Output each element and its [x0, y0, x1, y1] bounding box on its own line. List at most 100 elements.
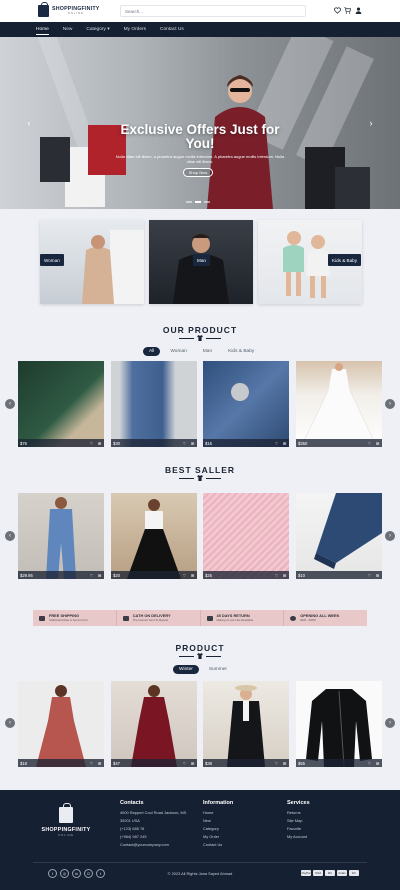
- nav-home[interactable]: Home: [36, 22, 49, 37]
- our-product-next-arrow[interactable]: ›: [385, 399, 395, 409]
- footer-brand-logo[interactable]: SHOPPINGFINITY ONLINE: [35, 803, 97, 837]
- tab-summer[interactable]: Summer: [203, 665, 233, 674]
- footer-link[interactable]: Site Map: [287, 817, 310, 825]
- product-card[interactable]: $30 ♡ ⊞: [111, 361, 197, 447]
- section-divider: [176, 653, 224, 659]
- nav-contact-us[interactable]: Contact Us: [160, 22, 184, 37]
- product-card[interactable]: $10 ♡ ⊞: [296, 493, 382, 579]
- heart-icon[interactable]: ♡: [89, 573, 94, 578]
- product-price: $10: [298, 572, 305, 578]
- features-bar: FREE SHIPPING Sollicitudin/vitae in Somni…: [33, 610, 367, 626]
- mastercard-icon: MC: [325, 870, 335, 876]
- footer-link[interactable]: Contact Us: [203, 841, 233, 849]
- wedding-dress-image: [301, 363, 377, 446]
- heart-icon[interactable]: ♡: [367, 441, 372, 446]
- cart-icon[interactable]: ⊞: [190, 441, 195, 446]
- heart-icon[interactable]: [333, 6, 341, 14]
- tab-woman[interactable]: Woman: [164, 347, 192, 356]
- nav-new[interactable]: New: [63, 22, 73, 37]
- user-icon[interactable]: [354, 6, 362, 14]
- search-input[interactable]: Search...: [120, 5, 306, 17]
- tab-all[interactable]: All: [143, 347, 161, 356]
- footer-brand-tagline: ONLINE: [58, 833, 74, 837]
- category-card-woman[interactable]: Woman: [40, 220, 144, 304]
- product-card[interactable]: $55 ♡ ⊞: [296, 681, 382, 767]
- nav-category[interactable]: Category ▾: [86, 22, 109, 37]
- heart-icon[interactable]: ♡: [182, 761, 187, 766]
- cart-icon[interactable]: ⊞: [97, 441, 102, 446]
- leather-jacket-image: [306, 689, 372, 767]
- product-card[interactable]: $18 ♡ ⊞: [18, 681, 104, 767]
- tab-kids-baby[interactable]: Kids & Baby: [222, 347, 260, 356]
- category-card-kids[interactable]: Kids & Baby: [258, 220, 362, 304]
- best-seller-next-arrow[interactable]: ›: [385, 531, 395, 541]
- footer-link[interactable]: Favorite: [287, 825, 310, 833]
- product-title: PRODUCT: [175, 643, 225, 653]
- jeans-image: [314, 493, 382, 569]
- section-divider: [176, 335, 224, 341]
- cart-icon[interactable]: ⊞: [190, 573, 195, 578]
- tab-man[interactable]: Man: [197, 347, 218, 356]
- footer-link[interactable]: My Order: [203, 833, 233, 841]
- best-seller-prev-arrow[interactable]: ‹: [5, 531, 15, 541]
- nav-my-orders[interactable]: My Orders: [124, 22, 146, 37]
- product-card[interactable]: $38 ♡ ⊞: [203, 681, 289, 767]
- cart-icon[interactable]: ⊞: [190, 761, 195, 766]
- product-prev-arrow[interactable]: ‹: [5, 718, 15, 728]
- brand-tagline: ONLINE: [67, 11, 84, 16]
- category-label-woman: Woman: [40, 254, 64, 266]
- carousel-dot-active[interactable]: [195, 201, 201, 203]
- hero-carousel-dots: [186, 201, 210, 203]
- product-card[interactable]: $20 ♡ ⊞: [111, 493, 197, 579]
- cart-icon[interactable]: ⊞: [282, 761, 287, 766]
- footer-services: Services Returns Site Map Favorite My Ac…: [287, 800, 310, 841]
- product-card[interactable]: $47 ♡ ⊞: [111, 681, 197, 767]
- heart-icon[interactable]: ♡: [274, 573, 279, 578]
- footer-link[interactable]: My Account: [287, 833, 310, 841]
- heart-icon[interactable]: ♡: [274, 441, 279, 446]
- carousel-dot[interactable]: [186, 201, 192, 203]
- heart-icon[interactable]: ♡: [89, 761, 94, 766]
- cash-icon: [122, 615, 129, 621]
- carousel-dot[interactable]: [204, 201, 210, 203]
- cart-icon[interactable]: ⊞: [282, 441, 287, 446]
- product-card[interactable]: $25 ♡ ⊞: [203, 493, 289, 579]
- shop-now-button[interactable]: Shop Now: [183, 168, 213, 177]
- heart-icon[interactable]: ♡: [274, 761, 279, 766]
- footer-link[interactable]: Home: [203, 809, 233, 817]
- footer-link[interactable]: Category: [203, 825, 233, 833]
- section-divider: [176, 475, 224, 481]
- cart-icon[interactable]: ⊞: [97, 573, 102, 578]
- footer-link[interactable]: Returns: [287, 809, 310, 817]
- heart-icon[interactable]: ♡: [89, 441, 94, 446]
- product-card[interactable]: $76 ♡ ⊞: [18, 361, 104, 447]
- cart-icon[interactable]: ⊞: [375, 761, 380, 766]
- hero-next-arrow[interactable]: ›: [366, 118, 376, 128]
- heart-icon[interactable]: ♡: [367, 761, 372, 766]
- our-product-title: OUR PRODUCT: [162, 325, 238, 335]
- cart-icon[interactable]: ⊞: [97, 761, 102, 766]
- cart-icon[interactable]: ⊞: [375, 573, 380, 578]
- shopping-bag-icon: [38, 2, 49, 17]
- cart-icon[interactable]: ⊞: [282, 573, 287, 578]
- heart-icon[interactable]: ♡: [367, 573, 372, 578]
- black-coat-image: [227, 685, 265, 767]
- heart-icon[interactable]: ♡: [182, 441, 187, 446]
- tab-winter[interactable]: Winter: [173, 665, 199, 674]
- truck-icon: [39, 615, 45, 621]
- payment-methods: PayPal VISA MC AmEx DC: [301, 870, 359, 876]
- category-card-man[interactable]: Man: [149, 220, 253, 304]
- product-card[interactable]: $15 ♡ ⊞: [203, 361, 289, 447]
- product-card[interactable]: $350 ♡ ⊞: [296, 361, 382, 447]
- cart-icon[interactable]: [343, 6, 351, 14]
- footer-link[interactable]: New: [203, 817, 233, 825]
- brand-logo[interactable]: SHOPPINGFINITY ONLINE: [38, 2, 100, 18]
- cart-icon[interactable]: ⊞: [375, 441, 380, 446]
- our-product-prev-arrow[interactable]: ‹: [5, 399, 15, 409]
- hero-prev-arrow[interactable]: ‹: [24, 118, 34, 128]
- product-price: $47: [113, 760, 120, 766]
- product-card[interactable]: $29.95 ♡ ⊞: [18, 493, 104, 579]
- heart-icon[interactable]: ♡: [182, 573, 187, 578]
- product-next-arrow[interactable]: ›: [385, 718, 395, 728]
- feature-cash-on-delivery: CATH ON DELIVERY The Internet Tend To Rep…: [117, 610, 201, 626]
